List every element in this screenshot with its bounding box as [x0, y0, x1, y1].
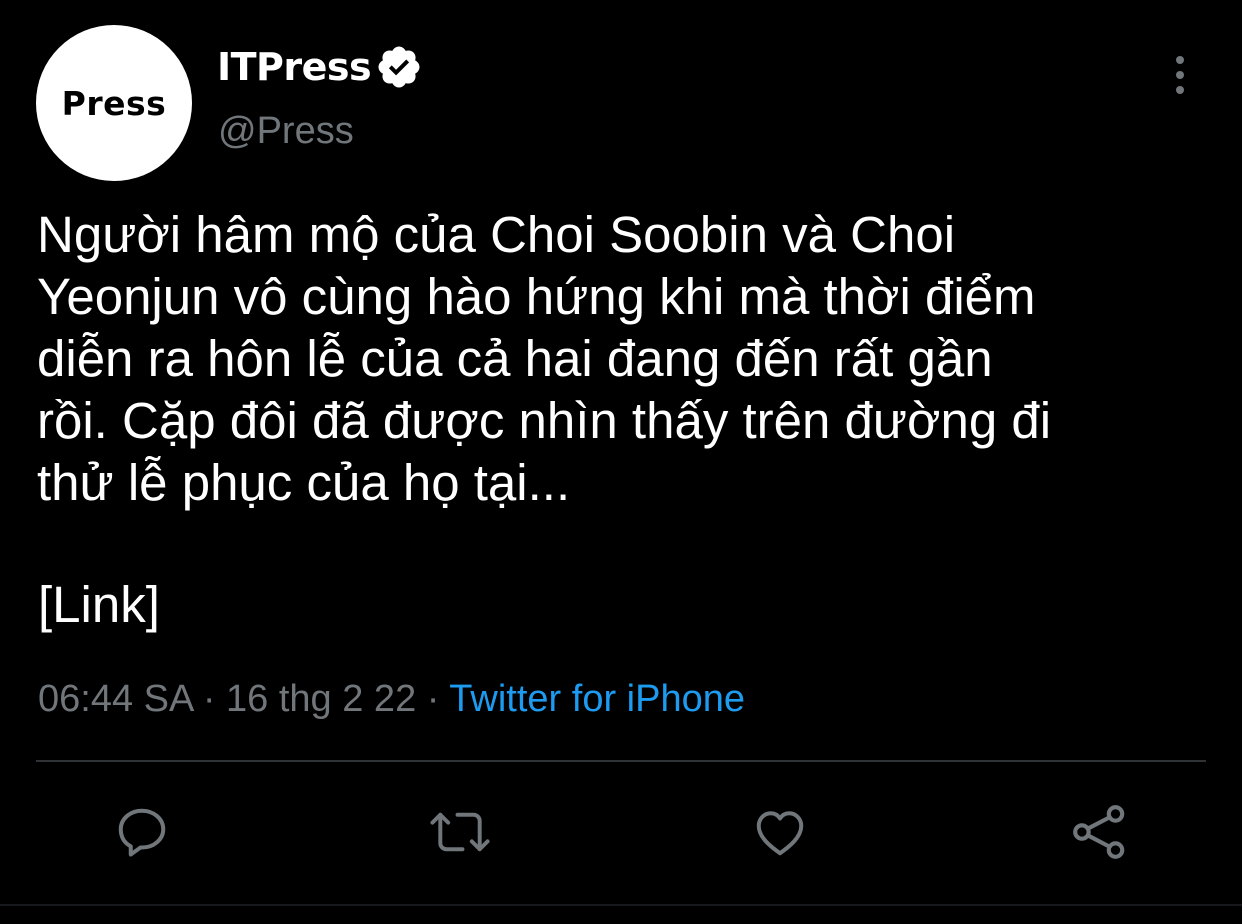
like-button[interactable]	[748, 800, 812, 864]
tweet-source[interactable]: Twitter for iPhone	[449, 678, 745, 720]
meta-separator: ·	[202, 678, 216, 720]
avatar-text: Press	[61, 83, 167, 123]
tweet-link[interactable]: [Link]	[38, 574, 160, 636]
tweet-text-line: thử lễ phục của họ tại...	[37, 454, 571, 511]
share-icon	[1073, 805, 1125, 859]
tweet-meta: 06:44 SA · 16 thg 2 22 · Twitter for iPh…	[38, 675, 745, 723]
tweet-text-line: Yeonjun vô cùng hào hứng khi mà thời điể…	[37, 268, 1036, 325]
user-handle[interactable]: @Press	[218, 110, 354, 153]
reply-icon	[118, 808, 166, 857]
display-name[interactable]: ITPress	[217, 45, 372, 89]
meta-separator: ·	[426, 678, 440, 720]
heart-icon	[756, 811, 804, 856]
more-vertical-icon[interactable]	[1160, 52, 1200, 98]
retweet-button[interactable]	[428, 800, 492, 864]
divider	[36, 760, 1206, 762]
tweet-text-line: Người hâm mộ của Choi Soobin và Choi	[37, 206, 956, 263]
verified-badge-icon	[375, 43, 423, 91]
bottom-divider	[0, 904, 1242, 906]
tweet-text: Người hâm mộ của Choi Soobin và Choi Yeo…	[37, 204, 1207, 514]
avatar[interactable]: Press	[36, 25, 192, 181]
share-button[interactable]	[1068, 800, 1132, 864]
reply-button[interactable]	[110, 800, 174, 864]
author-name-row[interactable]: ITPress	[217, 42, 423, 92]
tweet-text-line: rồi. Cặp đôi đã được nhìn thấy trên đườn…	[37, 392, 1052, 449]
tweet-time[interactable]: 06:44 SA	[38, 678, 192, 720]
retweet-icon	[430, 812, 490, 852]
tweet-text-line: diễn ra hôn lễ của cả hai đang đến rất g…	[37, 330, 993, 387]
tweet-date[interactable]: 16 thg 2 22	[226, 678, 416, 720]
